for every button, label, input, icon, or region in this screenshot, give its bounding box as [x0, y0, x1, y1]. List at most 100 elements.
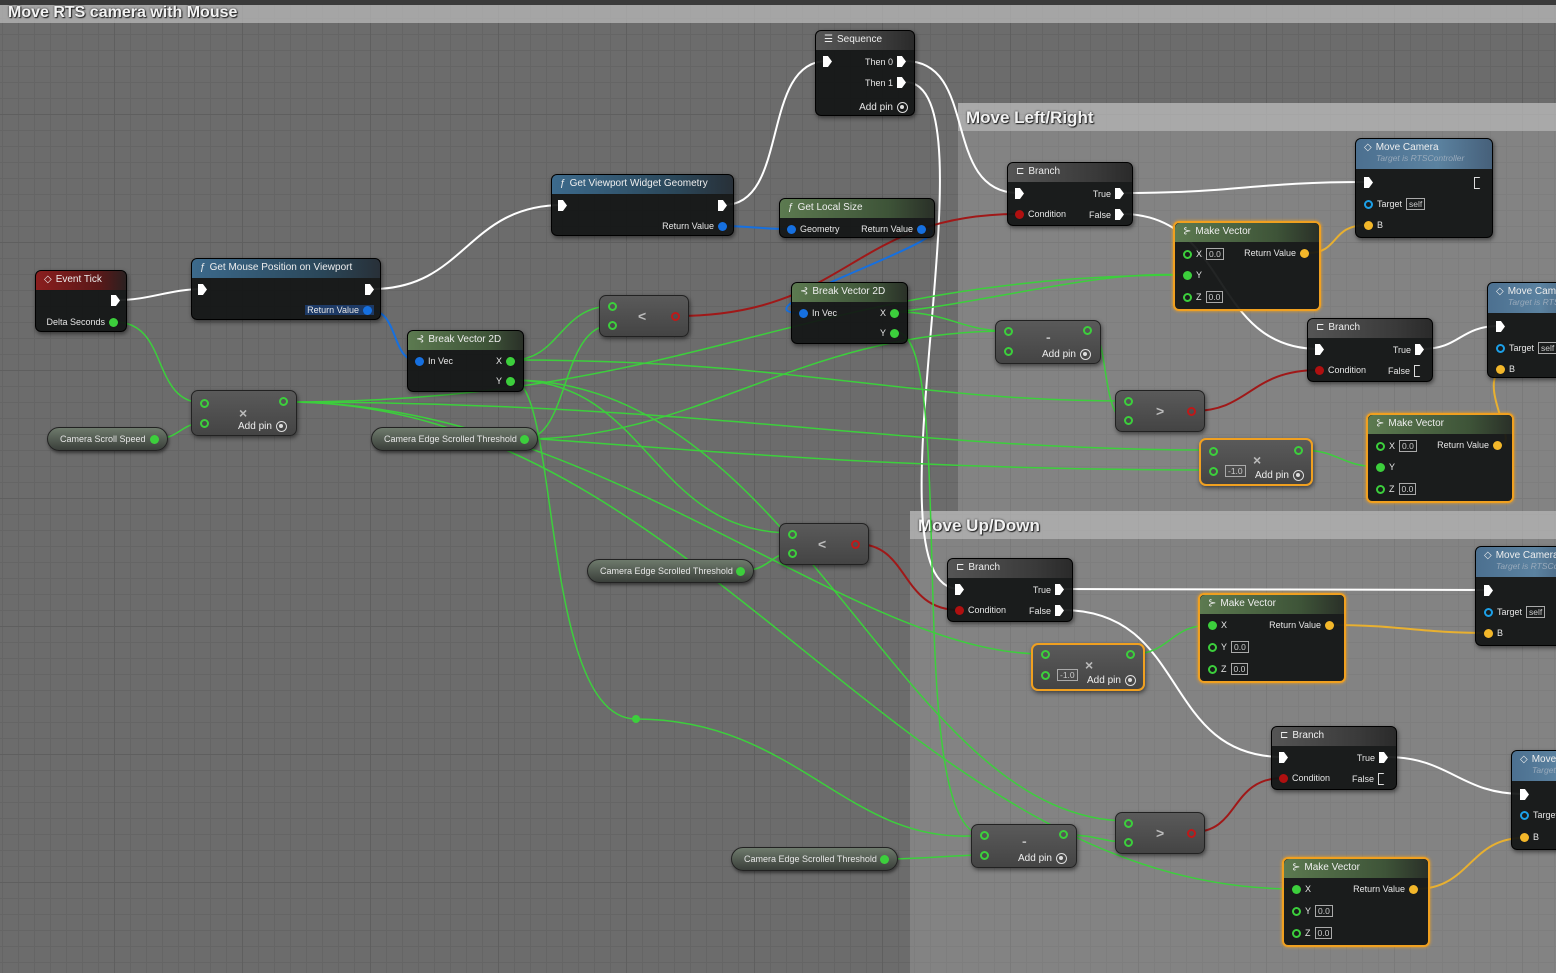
exec-in-pin[interactable]: [198, 284, 207, 295]
return-value-pin[interactable]: [917, 224, 926, 234]
move-camera-node[interactable]: ◇Move CameraTarget is RTSController Targ…: [1475, 546, 1556, 646]
z-value[interactable]: 0.0: [1398, 483, 1417, 495]
exec-in-pin[interactable]: [1015, 188, 1024, 199]
then0-pin[interactable]: [897, 56, 906, 67]
y-pin[interactable]: [1292, 906, 1301, 916]
branch-node[interactable]: ⊏ Branch True Condition False: [1307, 318, 1433, 382]
output-pin[interactable]: [1187, 407, 1196, 416]
output-pin[interactable]: [1294, 446, 1303, 455]
z-pin[interactable]: [1208, 664, 1217, 674]
false-pin[interactable]: [1378, 773, 1388, 785]
exec-in-pin[interactable]: [1496, 321, 1505, 332]
input-pin-b[interactable]: [1209, 467, 1218, 476]
multiply-node[interactable]: -1.0 × Add pin: [1199, 438, 1313, 486]
make-vector-node[interactable]: ⊱ Make Vector X Return Value Y 0.0 Z 0.0: [1198, 593, 1346, 683]
input-pin-b[interactable]: [1124, 838, 1133, 847]
return-value-pin[interactable]: [363, 305, 372, 315]
return-value-pin[interactable]: [1409, 884, 1418, 894]
in-vec-pin[interactable]: [799, 308, 808, 318]
true-pin[interactable]: [1415, 344, 1424, 355]
input-pin-b[interactable]: [788, 549, 797, 558]
y-pin[interactable]: [1376, 462, 1385, 472]
variable-pin[interactable]: [736, 567, 745, 576]
x-value[interactable]: 0.0: [1206, 248, 1224, 260]
return-value-pin[interactable]: [1493, 440, 1502, 450]
input-pin-b[interactable]: [1041, 671, 1050, 680]
variable-pin[interactable]: [520, 435, 529, 444]
true-pin[interactable]: [1115, 188, 1124, 199]
x-pin[interactable]: [1376, 441, 1385, 451]
y-pin[interactable]: [890, 328, 899, 338]
y-value[interactable]: 0.0: [1315, 905, 1333, 917]
exec-in-pin[interactable]: [558, 200, 567, 211]
less-than-node[interactable]: <: [599, 295, 689, 337]
y-value[interactable]: 0.0: [1231, 641, 1249, 653]
target-pin[interactable]: [1484, 607, 1493, 617]
variable-pin[interactable]: [880, 855, 889, 864]
output-pin[interactable]: [1126, 650, 1135, 659]
condition-pin[interactable]: [1279, 773, 1288, 783]
reroute-node[interactable]: [632, 715, 640, 723]
input-pin-a[interactable]: [1124, 819, 1133, 828]
target-pin[interactable]: [1520, 810, 1529, 820]
input-pin-b[interactable]: [1124, 416, 1133, 425]
multiply-node[interactable]: × Add pin: [191, 390, 297, 436]
target-pin[interactable]: [1496, 343, 1505, 353]
branch-node[interactable]: ⊏ Branch True Condition False: [1271, 726, 1397, 790]
x-pin[interactable]: [1208, 620, 1217, 630]
input-b-value[interactable]: -1.0: [1057, 669, 1078, 681]
event-tick-node[interactable]: ◇ Event Tick Delta Seconds: [35, 270, 127, 332]
get-mouse-position-node[interactable]: ƒ Get Mouse Position on Viewport Return V…: [191, 258, 381, 320]
add-pin-button[interactable]: Add pin: [1087, 675, 1136, 686]
exec-in-pin[interactable]: [1520, 789, 1529, 800]
make-vector-node[interactable]: ⊱ Make Vector X 0.0 Return Value Y Z 0.0: [1173, 221, 1321, 311]
x-pin[interactable]: [1183, 249, 1192, 259]
z-value[interactable]: 0.0: [1205, 291, 1224, 303]
b-pin[interactable]: [1496, 364, 1505, 374]
input-pin-b[interactable]: [980, 851, 989, 860]
geometry-pin[interactable]: [787, 224, 796, 234]
z-value[interactable]: 0.0: [1230, 663, 1249, 675]
x-pin[interactable]: [890, 308, 899, 318]
z-pin[interactable]: [1292, 928, 1301, 938]
output-pin[interactable]: [1059, 830, 1068, 839]
exec-in-pin[interactable]: [1484, 585, 1493, 596]
camera-edge-threshold-variable[interactable]: Camera Edge Scrolled Threshold: [371, 427, 538, 451]
x-value[interactable]: 0.0: [1399, 440, 1417, 452]
input-pin-b[interactable]: [608, 321, 617, 330]
y-pin[interactable]: [1208, 642, 1217, 652]
output-pin[interactable]: [1083, 326, 1092, 335]
add-pin-button[interactable]: Add pin: [238, 421, 287, 432]
exec-in-pin[interactable]: [1315, 344, 1324, 355]
branch-node[interactable]: ⊏ Branch True Condition False: [947, 558, 1073, 622]
true-pin[interactable]: [1379, 752, 1388, 763]
make-vector-node[interactable]: ⊱ Make Vector X Return Value Y 0.0 Z 0.0: [1282, 857, 1430, 947]
z-value[interactable]: 0.0: [1314, 927, 1333, 939]
branch-node[interactable]: ⊏ Branch True Condition False: [1007, 162, 1133, 226]
camera-edge-threshold-variable[interactable]: Camera Edge Scrolled Threshold: [587, 559, 754, 583]
input-b-value[interactable]: -1.0: [1225, 465, 1246, 477]
b-pin[interactable]: [1520, 832, 1529, 842]
b-pin[interactable]: [1364, 220, 1373, 230]
output-pin[interactable]: [671, 312, 680, 321]
y-pin[interactable]: [506, 376, 515, 386]
input-pin-b[interactable]: [1004, 347, 1013, 356]
exec-in-pin[interactable]: [1279, 752, 1288, 763]
greater-than-node[interactable]: >: [1115, 390, 1205, 432]
input-pin-a[interactable]: [608, 302, 617, 311]
then1-pin[interactable]: [897, 77, 906, 88]
return-value-pin[interactable]: [1325, 620, 1334, 630]
z-pin[interactable]: [1376, 484, 1385, 494]
input-pin-a[interactable]: [1209, 447, 1218, 456]
exec-out-pin[interactable]: [718, 200, 727, 211]
input-pin-a[interactable]: [980, 831, 989, 840]
input-pin-a[interactable]: [1124, 397, 1133, 406]
camera-scroll-speed-variable[interactable]: Camera Scroll Speed: [47, 427, 168, 451]
move-camera-node[interactable]: ◇Move CameraTarget is RTSController Targ…: [1355, 138, 1493, 238]
exec-in-pin[interactable]: [823, 56, 832, 67]
less-than-node[interactable]: <: [779, 523, 869, 565]
subtract-node[interactable]: - Add pin: [995, 320, 1101, 364]
exec-out-pin[interactable]: [1474, 177, 1484, 189]
camera-edge-threshold-variable[interactable]: Camera Edge Scrolled Threshold: [731, 847, 898, 871]
get-viewport-widget-geometry-node[interactable]: ƒ Get Viewport Widget Geometry Return Val…: [551, 174, 734, 236]
